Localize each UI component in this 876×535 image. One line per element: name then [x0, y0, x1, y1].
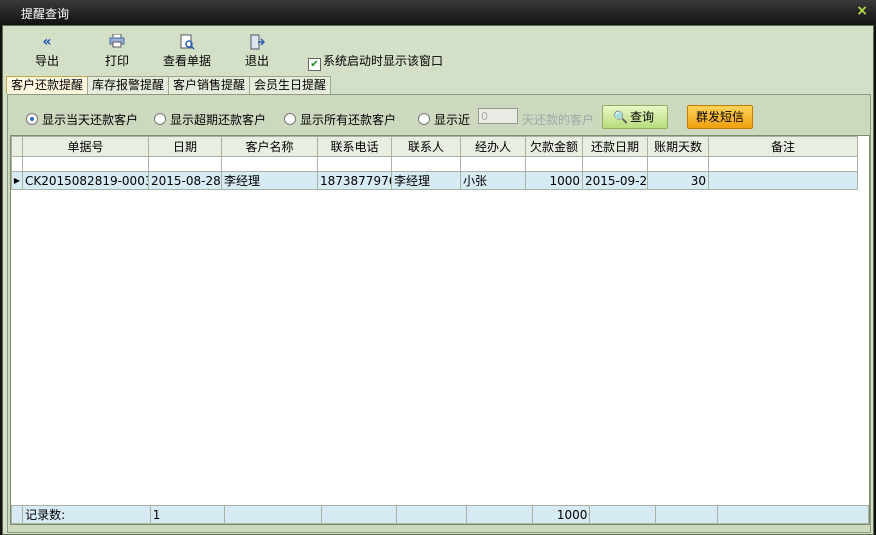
radio-today-label: 显示当天还款客户	[42, 113, 139, 127]
cell-date[interactable]: 2015-08-28 1	[148, 171, 222, 190]
radio-icon	[418, 113, 430, 125]
radio-recent[interactable]: 显示近	[418, 111, 470, 128]
radio-overdue-label: 显示超期还款客户	[170, 113, 267, 127]
bulk-sms-button[interactable]: 群发短信	[687, 105, 753, 129]
query-button[interactable]: 🔍 查询	[602, 105, 668, 129]
filter-cell[interactable]	[391, 156, 461, 172]
summary-cell	[655, 505, 718, 524]
summary-table: 记录数: 1 1000	[11, 505, 869, 524]
tab-member-birthday[interactable]: 会员生日提醒	[249, 76, 332, 94]
filter-row-indicator	[11, 156, 23, 172]
print-label: 打印	[104, 54, 129, 68]
filter-cell[interactable]	[22, 156, 149, 172]
startup-show-label: 系统启动时显示该窗口	[323, 54, 444, 68]
close-icon[interactable]: ×	[856, 3, 868, 19]
column-header[interactable]: 单据号	[22, 136, 149, 157]
exit-button[interactable]: 退出	[227, 34, 287, 70]
tab-stock-alert[interactable]: 库存报警提醒	[87, 76, 170, 94]
checkmark-icon: ✔	[308, 58, 321, 71]
radio-selected-icon	[26, 113, 38, 125]
radio-overdue[interactable]: 显示超期还款客户	[154, 111, 266, 128]
column-header[interactable]: 还款日期	[582, 136, 648, 157]
radio-recent-label: 显示近	[434, 113, 471, 127]
filter-bar: 显示当天还款客户 显示超期还款客户 显示所有还款客户 显示近 0 天还款的客户 …	[8, 95, 870, 135]
column-header[interactable]: 日期	[148, 136, 222, 157]
tab-customer-sales[interactable]: 客户销售提醒	[168, 76, 251, 94]
toolbar: « 导出 打印 查看单据 退出 ✔ 系统启动时显示该窗口	[3, 26, 873, 71]
cell-remark[interactable]	[708, 171, 858, 190]
print-button[interactable]: 打印	[87, 33, 147, 70]
filter-cell[interactable]	[221, 156, 318, 172]
cell-handler[interactable]: 小张	[460, 171, 526, 190]
main-frame: « 导出 打印 查看单据 退出 ✔ 系统启动时显示该窗口 客户还款提醒 库存报警提醒…	[2, 25, 874, 535]
exit-label: 退出	[244, 54, 269, 68]
results-table: 单据号 日期 客户名称 联系电话 联系人 经办人 欠款金额 还款日期 账期天数 …	[11, 136, 858, 190]
filter-cell[interactable]	[317, 156, 392, 172]
tab-strip: 客户还款提醒 库存报警提醒 客户销售提醒 会员生日提醒	[6, 76, 332, 94]
cell-term-days[interactable]: 30	[647, 171, 709, 190]
filter-row	[11, 156, 858, 172]
data-grid: 单据号 日期 客户名称 联系电话 联系人 经办人 欠款金额 还款日期 账期天数 …	[10, 135, 870, 525]
view-document-label: 查看单据	[162, 54, 211, 68]
query-label: 查询	[629, 110, 654, 124]
repayment-panel: 显示当天还款客户 显示超期还款客户 显示所有还款客户 显示近 0 天还款的客户 …	[7, 94, 871, 533]
days-input[interactable]: 0	[478, 108, 518, 124]
summary-row: 记录数: 1 1000	[11, 505, 869, 524]
table-row[interactable]: ▶ CK2015082819-0003 2015-08-28 1 李经理 187…	[11, 171, 858, 190]
filter-cell[interactable]	[148, 156, 222, 172]
radio-all[interactable]: 显示所有还款客户	[284, 111, 396, 128]
column-header[interactable]: 客户名称	[221, 136, 318, 157]
summary-indicator	[11, 505, 24, 524]
current-row-arrow-icon: ▶	[11, 171, 23, 190]
filter-cell[interactable]	[460, 156, 526, 172]
summary-cell	[465, 505, 533, 524]
double-chevron-left-icon: «	[42, 34, 52, 50]
summary-cell	[716, 505, 869, 524]
document-search-icon	[157, 34, 217, 50]
column-header[interactable]: 联系电话	[317, 136, 392, 157]
summary-cell	[223, 505, 322, 524]
exit-door-icon	[227, 34, 287, 50]
startup-show-checkbox[interactable]: ✔ 系统启动时显示该窗口	[308, 52, 443, 71]
summary-cell	[320, 505, 397, 524]
filter-cell[interactable]	[647, 156, 709, 172]
tab-customer-repayment[interactable]: 客户还款提醒	[6, 76, 89, 94]
printer-icon	[87, 33, 147, 50]
window-title: 提醒查询	[21, 7, 70, 21]
filter-cell[interactable]	[708, 156, 858, 172]
column-header[interactable]: 备注	[708, 136, 858, 157]
record-count-label: 记录数:	[22, 505, 151, 524]
radio-icon	[284, 113, 296, 125]
record-count-value: 1	[149, 505, 225, 524]
title-bar: 提醒查询 ×	[0, 0, 876, 25]
column-header[interactable]: 欠款金额	[525, 136, 583, 157]
summary-cell	[589, 505, 657, 524]
cell-amount[interactable]: 1000	[525, 171, 583, 190]
column-header[interactable]: 账期天数	[647, 136, 709, 157]
days-suffix-label: 天还款的客户	[522, 113, 595, 127]
radio-all-label: 显示所有还款客户	[300, 113, 397, 127]
export-button[interactable]: « 导出	[17, 34, 77, 70]
export-label: 导出	[34, 54, 59, 68]
summary-cell	[395, 505, 467, 524]
magnifier-icon: 🔍	[613, 110, 628, 124]
amount-total-value: 1000	[531, 505, 591, 524]
column-header[interactable]: 联系人	[391, 136, 461, 157]
cell-repay-date[interactable]: 2015-09-27	[582, 171, 648, 190]
cell-doc-no[interactable]: CK2015082819-0003	[22, 171, 149, 190]
filter-cell[interactable]	[525, 156, 583, 172]
header-row: 单据号 日期 客户名称 联系电话 联系人 经办人 欠款金额 还款日期 账期天数 …	[11, 136, 858, 157]
row-indicator-header	[11, 136, 23, 157]
cell-phone[interactable]: 18738779766	[317, 171, 392, 190]
cell-customer[interactable]: 李经理	[221, 171, 318, 190]
radio-today[interactable]: 显示当天还款客户	[26, 111, 138, 128]
filter-cell[interactable]	[582, 156, 648, 172]
view-document-button[interactable]: 查看单据	[157, 34, 217, 70]
column-header[interactable]: 经办人	[460, 136, 526, 157]
radio-icon	[154, 113, 166, 125]
cell-contact[interactable]: 李经理	[391, 171, 461, 190]
